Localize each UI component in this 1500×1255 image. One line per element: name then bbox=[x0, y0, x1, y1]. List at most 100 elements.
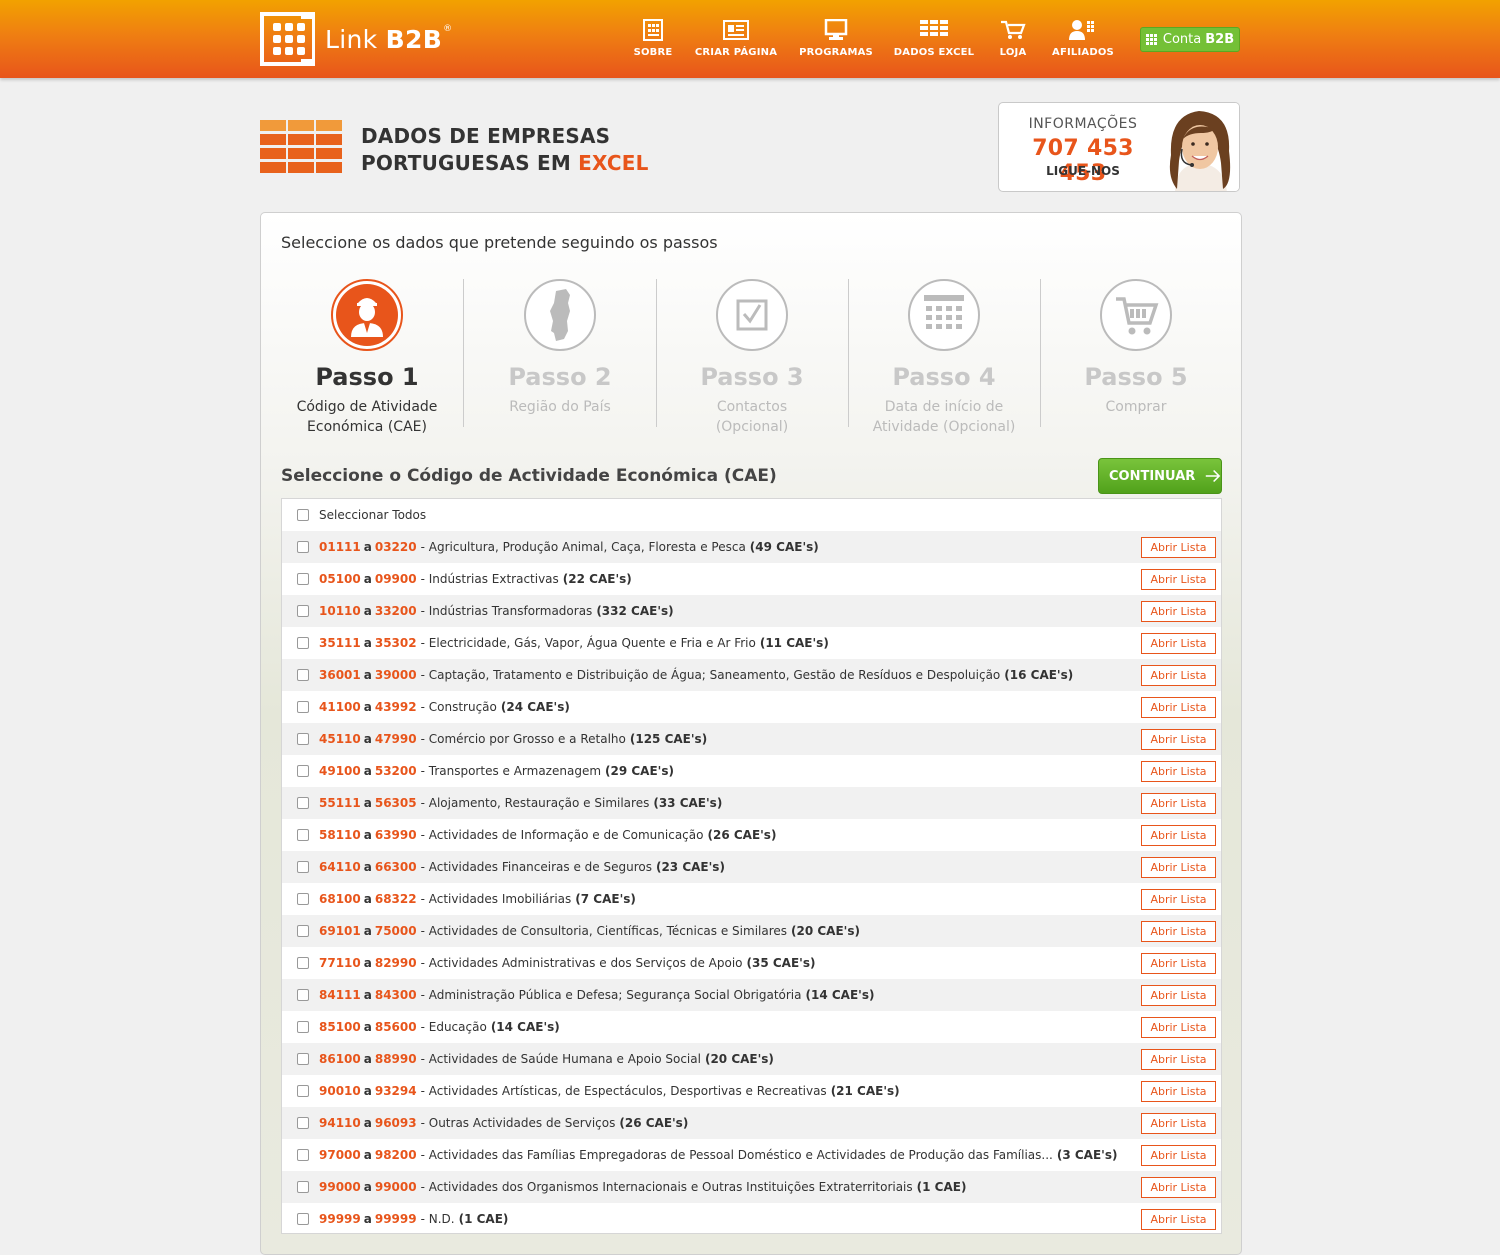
cae-from-code: 64110 bbox=[319, 860, 361, 874]
cae-checkbox[interactable] bbox=[297, 733, 309, 745]
open-list-button[interactable]: Abrir Lista bbox=[1141, 793, 1216, 814]
nav-criar-pagina[interactable]: CRIAR PÁGINA bbox=[681, 19, 791, 58]
cae-checkbox[interactable] bbox=[297, 573, 309, 585]
open-list-button[interactable]: Abrir Lista bbox=[1141, 985, 1216, 1006]
open-list-button[interactable]: Abrir Lista bbox=[1141, 825, 1216, 846]
cae-row-text: 55111 a 56305- Alojamento, Restauração e S… bbox=[319, 796, 722, 810]
document-icon bbox=[643, 19, 663, 41]
support-agent-image bbox=[1161, 103, 1239, 191]
page-title: DADOS DE EMPRESAS PORTUGUESAS EM EXCEL bbox=[361, 123, 649, 177]
step-number: Passo 4 bbox=[892, 363, 996, 391]
open-list-button[interactable]: Abrir Lista bbox=[1141, 953, 1216, 974]
cae-checkbox[interactable] bbox=[297, 605, 309, 617]
step-3[interactable]: Passo 3 Contactos (Opcional) bbox=[656, 279, 848, 435]
cae-checkbox[interactable] bbox=[297, 989, 309, 1001]
nav-afiliados[interactable]: AFILIADOS bbox=[1028, 19, 1138, 58]
cae-checkbox[interactable] bbox=[297, 1181, 309, 1193]
cae-checkbox[interactable] bbox=[297, 797, 309, 809]
cae-checkbox[interactable] bbox=[297, 1117, 309, 1129]
cae-checkbox[interactable] bbox=[297, 925, 309, 937]
cae-description: - Actividades Imobiliárias bbox=[420, 892, 572, 906]
cae-row: 94110 a 96093- Outras Actividades de Servi… bbox=[282, 1107, 1221, 1139]
cae-description: - N.D. bbox=[420, 1212, 455, 1226]
open-list-button[interactable]: Abrir Lista bbox=[1141, 1113, 1216, 1134]
open-list-button[interactable]: Abrir Lista bbox=[1141, 1177, 1216, 1198]
step-description: Comprar bbox=[1105, 399, 1167, 415]
open-list-button[interactable]: Abrir Lista bbox=[1141, 1209, 1216, 1230]
open-list-button[interactable]: Abrir Lista bbox=[1141, 1017, 1216, 1038]
open-list-button[interactable]: Abrir Lista bbox=[1141, 1145, 1216, 1166]
cae-to-code: 99999 bbox=[374, 1212, 417, 1226]
cae-description: - Alojamento, Restauração e Similares bbox=[420, 796, 650, 810]
open-list-button[interactable]: Abrir Lista bbox=[1141, 729, 1216, 750]
cae-row-text: 69101 a 75000- Actividades de Consultoria,… bbox=[319, 924, 860, 938]
cae-checkbox[interactable] bbox=[297, 861, 309, 873]
cae-from-code: 49100 bbox=[319, 764, 361, 778]
monitor-icon bbox=[824, 19, 848, 40]
cae-checkbox[interactable] bbox=[297, 637, 309, 649]
cae-checkbox[interactable] bbox=[297, 1021, 309, 1033]
cae-checkbox[interactable] bbox=[297, 669, 309, 681]
cae-checkbox[interactable] bbox=[297, 1085, 309, 1097]
cae-from-code: 84111 bbox=[319, 988, 361, 1002]
open-list-button[interactable]: Abrir Lista bbox=[1141, 857, 1216, 878]
cae-to-code: 33200 bbox=[374, 604, 417, 618]
open-list-button[interactable]: Abrir Lista bbox=[1141, 921, 1216, 942]
cae-row-text: 86100 a 88990- Actividades de Saúde Humana… bbox=[319, 1052, 774, 1066]
cae-to-code: 63990 bbox=[374, 828, 417, 842]
step-4[interactable]: Passo 4 Data de início de Atividade (Opci… bbox=[848, 279, 1040, 435]
cae-description: - Actividades das Famílias Empregadoras … bbox=[420, 1148, 1053, 1162]
cae-count: (14 CAE's) bbox=[490, 1020, 560, 1034]
cae-checkbox[interactable] bbox=[297, 1053, 309, 1065]
cae-to-code: 88990 bbox=[374, 1052, 417, 1066]
range-separator: a bbox=[363, 1052, 372, 1066]
cae-checkbox[interactable] bbox=[297, 829, 309, 841]
open-list-button[interactable]: Abrir Lista bbox=[1141, 665, 1216, 686]
nav-programas[interactable]: PROGRAMAS bbox=[781, 19, 891, 58]
continue-button[interactable]: CONTINUAR bbox=[1098, 458, 1222, 494]
cae-checkbox[interactable] bbox=[297, 701, 309, 713]
select-all-row: Seleccionar Todos bbox=[282, 499, 1221, 531]
cae-count: (125 CAE's) bbox=[629, 732, 708, 746]
logo-mark-icon bbox=[260, 12, 315, 66]
open-list-button[interactable]: Abrir Lista bbox=[1141, 1081, 1216, 1102]
open-list-button[interactable]: Abrir Lista bbox=[1141, 569, 1216, 590]
step-1[interactable]: Passo 1 Código de Atividade Económica (CA… bbox=[271, 279, 463, 435]
cae-checkbox[interactable] bbox=[297, 957, 309, 969]
cae-from-code: 86100 bbox=[319, 1052, 361, 1066]
open-list-button[interactable]: Abrir Lista bbox=[1141, 601, 1216, 622]
cae-row: 69101 a 75000- Actividades de Consultoria,… bbox=[282, 915, 1221, 947]
cae-description: - Construção bbox=[420, 700, 497, 714]
info-contact-box[interactable]: INFORMAÇÕES 707 453 453 LIGUE-NOS bbox=[998, 102, 1240, 192]
brand-logo[interactable]: Link B2B® bbox=[260, 12, 452, 66]
step-number: Passo 5 bbox=[1084, 363, 1188, 391]
cae-description: - Administração Pública e Defesa; Segura… bbox=[420, 988, 802, 1002]
open-list-button[interactable]: Abrir Lista bbox=[1141, 537, 1216, 558]
cae-from-code: 94110 bbox=[319, 1116, 361, 1130]
select-all-label: Seleccionar Todos bbox=[319, 508, 427, 522]
portugal-map-icon bbox=[524, 279, 596, 351]
account-button[interactable]: Conta B2B bbox=[1140, 27, 1240, 52]
open-list-button[interactable]: Abrir Lista bbox=[1141, 1049, 1216, 1070]
step-5[interactable]: Passo 5 Comprar bbox=[1040, 279, 1232, 429]
cae-checkbox[interactable] bbox=[297, 1149, 309, 1161]
cae-row: 90010 a 93294- Actividades Artísticas, de … bbox=[282, 1075, 1221, 1107]
open-list-button[interactable]: Abrir Lista bbox=[1141, 633, 1216, 654]
open-list-button[interactable]: Abrir Lista bbox=[1141, 697, 1216, 718]
cae-list: Seleccionar Todos 01111 a 03220- Agricultu… bbox=[281, 498, 1222, 1234]
cae-row-text: 01111 a 03220- Agricultura, Produção Anima… bbox=[319, 540, 819, 554]
cae-row: 68100 a 68322- Actividades Imobiliárias (7 … bbox=[282, 883, 1221, 915]
cae-to-code: 66300 bbox=[374, 860, 417, 874]
cae-count: (20 CAE's) bbox=[791, 924, 860, 938]
cae-count: (7 CAE's) bbox=[575, 892, 636, 906]
cae-checkbox[interactable] bbox=[297, 893, 309, 905]
grid-icon bbox=[1145, 34, 1157, 45]
open-list-button[interactable]: Abrir Lista bbox=[1141, 761, 1216, 782]
open-list-button[interactable]: Abrir Lista bbox=[1141, 889, 1216, 910]
excel-grid-icon bbox=[260, 120, 342, 174]
step-2[interactable]: Passo 2 Região do País bbox=[464, 279, 656, 429]
cae-checkbox[interactable] bbox=[297, 1213, 309, 1225]
select-all-checkbox[interactable] bbox=[297, 509, 309, 521]
cae-checkbox[interactable] bbox=[297, 541, 309, 553]
cae-checkbox[interactable] bbox=[297, 765, 309, 777]
